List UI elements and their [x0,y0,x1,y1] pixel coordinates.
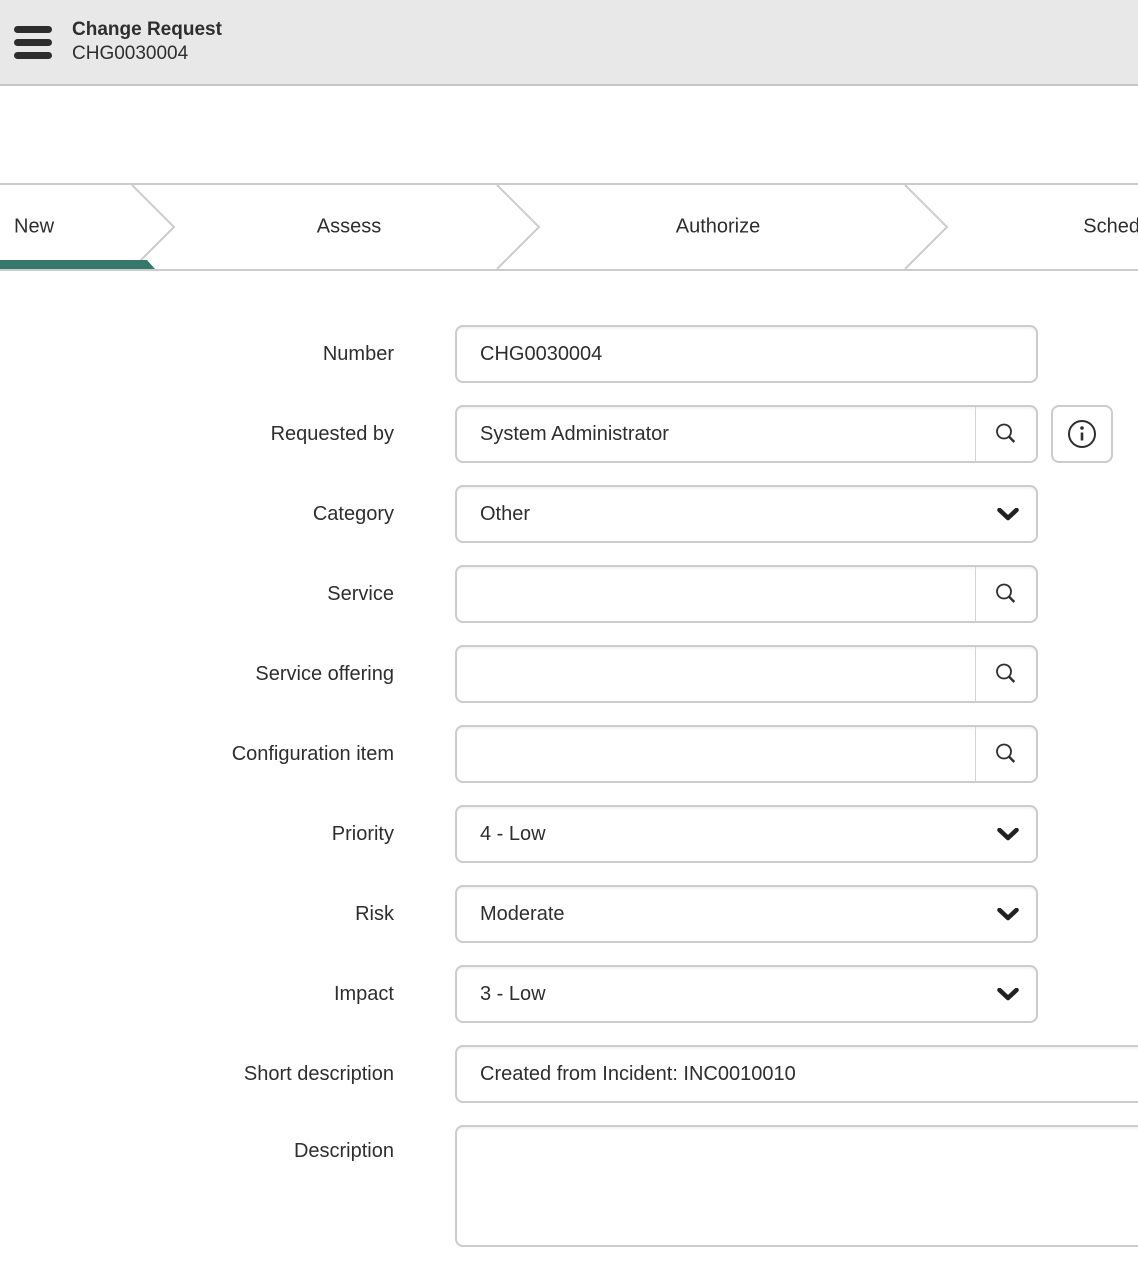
search-icon [993,741,1019,767]
form-row-number: Number CHG0030004 [0,325,1138,383]
search-icon [993,661,1019,687]
service-reference-input[interactable] [455,565,1038,623]
impact-select[interactable]: 3 - Low [455,965,1038,1023]
form-row-configuration-item: Configuration item [0,725,1138,783]
field-label-category: Category [0,503,394,526]
short-description-value: Created from Incident: INC0010010 [457,1063,796,1086]
service-offering-search-button[interactable] [975,647,1036,701]
chevron-down-icon [997,828,1019,841]
service-search-button[interactable] [975,567,1036,621]
field-control-service-offering [455,645,1038,703]
risk-select[interactable]: Moderate [455,885,1038,943]
field-control-risk: Moderate [455,885,1038,943]
stage-tab-assess[interactable]: Assess [317,216,381,239]
field-label-risk: Risk [0,903,394,926]
requested-by-search-button[interactable] [975,407,1036,461]
chevron-down-icon [997,908,1019,921]
field-label-description: Description [0,1125,394,1163]
page-title: Change Request [72,18,222,42]
form-row-priority: Priority 4 - Low [0,805,1138,863]
form-row-service: Service [0,565,1138,623]
hamburger-icon [14,26,52,33]
field-label-short-description: Short description [0,1063,394,1086]
record-number: CHG0030004 [72,42,222,66]
configuration-item-search-button[interactable] [975,727,1036,781]
stage-separator-chevron [903,185,949,269]
number-value: CHG0030004 [457,343,602,366]
field-control-service [455,565,1038,623]
search-icon [993,581,1019,607]
field-label-number: Number [0,343,394,366]
form-row-short-description: Short description Created from Incident: … [0,1045,1138,1103]
field-label-requested-by: Requested by [0,423,394,446]
header-gap [0,86,1138,183]
form-row-category: Category Other [0,485,1138,543]
number-input[interactable]: CHG0030004 [455,325,1038,383]
field-control-description [455,1125,1138,1247]
field-label-configuration-item: Configuration item [0,743,394,766]
category-selected-value: Other [457,503,530,526]
field-control-configuration-item [455,725,1038,783]
chevron-down-icon [997,508,1019,521]
field-control-priority: 4 - Low [455,805,1038,863]
configuration-item-reference-input[interactable] [455,725,1038,783]
form-row-service-offering: Service offering [0,645,1138,703]
search-icon [993,421,1019,447]
change-request-form: Number CHG0030004 Requested by System Admin… [0,271,1138,1247]
stage-tab-new[interactable]: New [14,216,54,239]
risk-selected-value: Moderate [457,903,565,926]
requested-by-reference-input[interactable]: System Administrator [455,405,1038,463]
menu-button[interactable] [14,26,52,59]
service-offering-reference-input[interactable] [455,645,1038,703]
field-control-number: CHG0030004 [455,325,1038,383]
form-row-risk: Risk Moderate [0,885,1138,943]
category-select[interactable]: Other [455,485,1038,543]
stage-tab-authorize[interactable]: Authorize [676,216,761,239]
stage-separator-chevron [495,185,541,269]
header-titles: Change Request CHG0030004 [72,18,222,66]
stage-tab-schedule[interactable]: Schedule [1083,216,1138,239]
priority-selected-value: 4 - Low [457,823,546,846]
field-control-short-description: Created from Incident: INC0010010 [455,1045,1138,1103]
field-label-priority: Priority [0,823,394,846]
field-control-requested-by: System Administrator [455,405,1113,463]
app-header: Change Request CHG0030004 [0,0,1138,86]
field-label-impact: Impact [0,983,394,1006]
priority-select[interactable]: 4 - Low [455,805,1038,863]
short-description-input[interactable]: Created from Incident: INC0010010 [455,1045,1138,1103]
requested-by-info-button[interactable] [1051,405,1113,463]
stage-bar: New Assess Authorize Schedule [0,183,1138,271]
info-icon [1066,418,1098,450]
form-row-requested-by: Requested by System Administrator [0,405,1138,463]
stage-separator-chevron [130,185,176,269]
field-label-service-offering: Service offering [0,663,394,686]
form-row-impact: Impact 3 - Low [0,965,1138,1023]
active-stage-underline [0,260,155,269]
field-control-impact: 3 - Low [455,965,1038,1023]
form-row-description: Description [0,1125,1138,1247]
field-control-category: Other [455,485,1038,543]
field-label-service: Service [0,583,394,606]
impact-selected-value: 3 - Low [457,983,546,1006]
chevron-down-icon [997,988,1019,1001]
requested-by-value: System Administrator [457,423,669,446]
description-textarea[interactable] [455,1125,1138,1247]
